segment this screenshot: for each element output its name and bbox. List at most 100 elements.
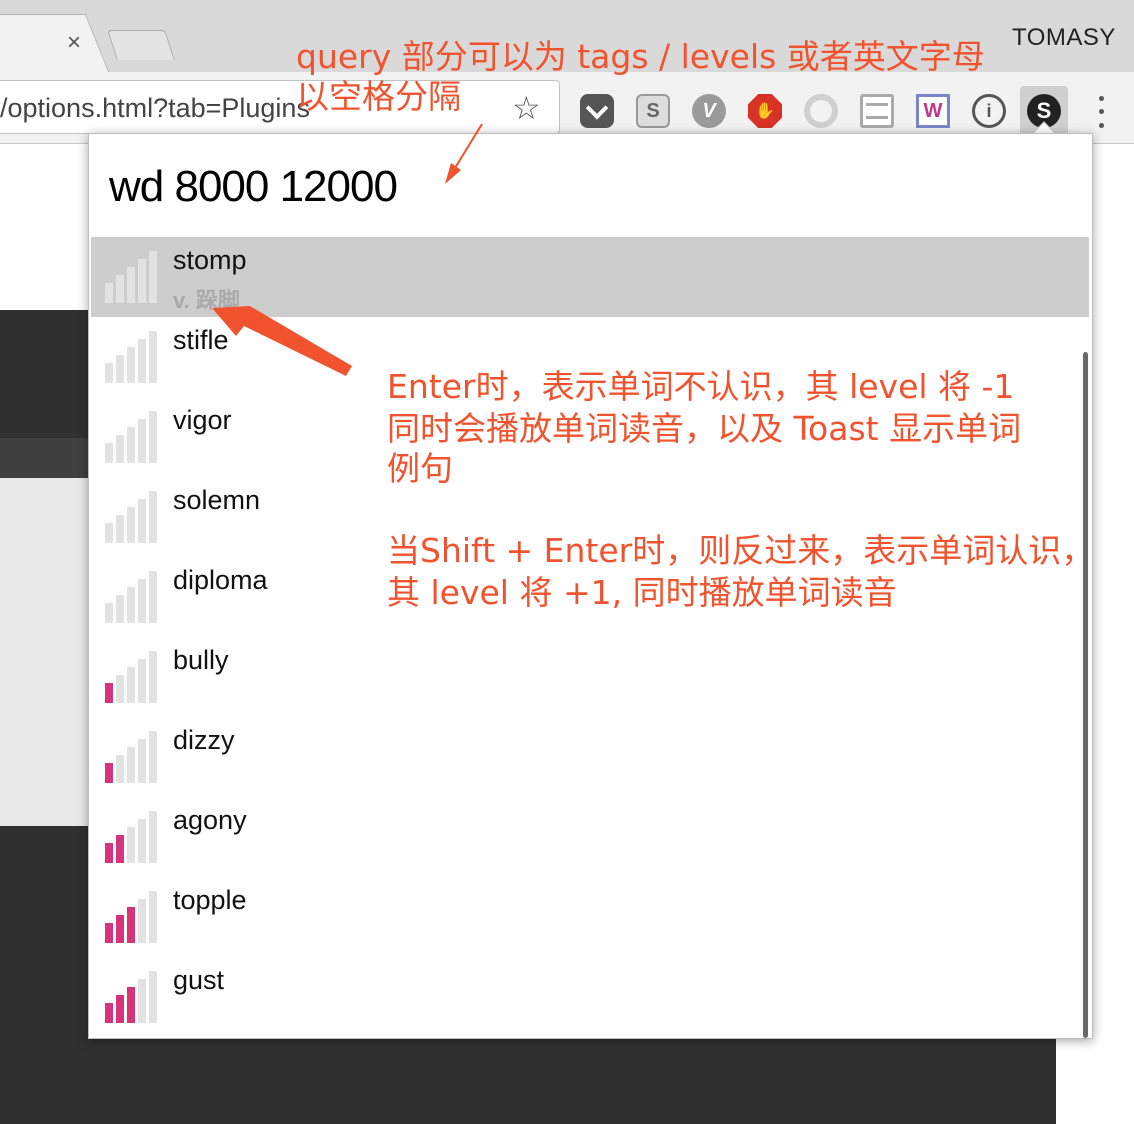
level-bar — [127, 267, 135, 303]
active-tab[interactable] — [0, 14, 111, 74]
scrollbar[interactable] — [1083, 352, 1088, 1038]
level-bar — [116, 675, 124, 703]
word-row[interactable]: stomp v. 跺脚 — [91, 237, 1089, 317]
word-row[interactable]: topple — [91, 877, 1089, 957]
level-bar — [116, 435, 124, 463]
level-bar — [116, 995, 124, 1023]
level-bar — [127, 987, 135, 1023]
level-bar — [105, 843, 113, 863]
level-bar — [105, 443, 113, 463]
level-bar — [127, 587, 135, 623]
menu-icon[interactable] — [1096, 92, 1106, 132]
level-bar — [149, 411, 157, 463]
level-bar — [149, 811, 157, 863]
level-bar — [105, 283, 113, 303]
level-bars-icon — [105, 811, 159, 863]
level-bar — [138, 979, 146, 1023]
level-bar — [127, 907, 135, 943]
info-circle-icon[interactable]: i — [972, 94, 1006, 128]
level-bars-icon — [105, 251, 159, 303]
swirl-icon[interactable] — [804, 94, 838, 128]
word-list: stomp v. 跺脚 stifle vigor solemn diploma bully d… — [91, 237, 1089, 1037]
level-bars-icon — [105, 971, 159, 1023]
word-row[interactable]: agony — [91, 797, 1089, 877]
level-bar — [105, 763, 113, 783]
level-bar — [105, 1003, 113, 1023]
level-bar — [127, 667, 135, 703]
level-bar — [127, 427, 135, 463]
annotation-enter-line: 其 level 将 +1, 同时播放单词读音 — [387, 573, 897, 612]
word-text: diploma — [173, 565, 268, 595]
level-bar — [138, 259, 146, 303]
level-bar — [149, 891, 157, 943]
word-row[interactable]: bully — [91, 637, 1089, 717]
annotation-enter-line: 当Shift + Enter时，则反过来，表示单词认识， — [387, 531, 1095, 570]
level-bar — [127, 347, 135, 383]
word-text: dizzy — [173, 725, 235, 755]
level-bar — [127, 507, 135, 543]
word-text: vigor — [173, 405, 232, 435]
level-bar — [105, 523, 113, 543]
level-bar — [149, 651, 157, 703]
word-row[interactable]: dizzy — [91, 717, 1089, 797]
address-bar[interactable]: /options.html?tab=Plugins — [0, 80, 560, 134]
word-row[interactable]: gust — [91, 957, 1089, 1037]
profile-name[interactable]: TOMASY — [1012, 24, 1116, 52]
level-bars-icon — [105, 491, 159, 543]
w-extension-icon[interactable]: W — [916, 94, 950, 128]
level-bar — [138, 579, 146, 623]
pocket-icon[interactable] — [580, 94, 614, 128]
annotation-enter-line: Enter时，表示单词不认识，其 level 将 -1 — [387, 367, 1015, 406]
annotation-enter-line: 同时会播放单词读音，以及 Toast 显示单词 — [387, 409, 1022, 448]
level-bar — [127, 827, 135, 863]
v-extension-icon[interactable]: V — [692, 94, 726, 128]
level-bar — [138, 659, 146, 703]
word-text: solemn — [173, 485, 261, 515]
level-bar — [138, 819, 146, 863]
level-bars-icon — [105, 411, 159, 463]
level-bar — [127, 747, 135, 783]
level-bar — [138, 739, 146, 783]
new-tab-button[interactable] — [107, 30, 175, 60]
level-bar — [149, 571, 157, 623]
level-bar — [138, 419, 146, 463]
level-bar — [116, 275, 124, 303]
close-icon[interactable]: × — [62, 28, 86, 58]
word-text: stifle — [173, 325, 229, 355]
level-bar — [149, 491, 157, 543]
address-bar-url: /options.html?tab=Plugins — [0, 93, 310, 123]
level-bar — [116, 355, 124, 383]
word-text: gust — [173, 965, 225, 995]
level-bar — [116, 835, 124, 863]
level-bar — [149, 731, 157, 783]
word-translation: v. 跺脚 — [173, 288, 240, 313]
level-bar — [149, 971, 157, 1023]
word-text: stomp — [173, 245, 247, 275]
level-bar — [105, 683, 113, 703]
bookmark-star-icon[interactable]: ☆ — [512, 92, 541, 124]
level-bar — [105, 923, 113, 943]
level-bar — [116, 915, 124, 943]
level-bars-icon — [105, 331, 159, 383]
level-bar — [149, 331, 157, 383]
level-bar — [105, 363, 113, 383]
level-bar — [138, 499, 146, 543]
level-bar — [105, 603, 113, 623]
level-bar — [149, 251, 157, 303]
level-bars-icon — [105, 651, 159, 703]
level-bars-icon — [105, 571, 159, 623]
query-input[interactable] — [109, 156, 1009, 218]
word-text: topple — [173, 885, 247, 915]
word-text: bully — [173, 645, 229, 675]
annotation-query-line-2: 以空格分隔 — [296, 77, 461, 116]
stop-hand-icon[interactable]: ✋ — [748, 94, 782, 128]
annotation-enter-line: 例句 — [387, 449, 453, 488]
word-text: agony — [173, 805, 247, 835]
level-bar — [116, 595, 124, 623]
reader-icon[interactable] — [860, 94, 894, 128]
s-extension-icon[interactable]: S — [636, 94, 670, 128]
level-bar — [116, 515, 124, 543]
level-bars-icon — [105, 731, 159, 783]
level-bar — [116, 755, 124, 783]
level-bar — [138, 339, 146, 383]
